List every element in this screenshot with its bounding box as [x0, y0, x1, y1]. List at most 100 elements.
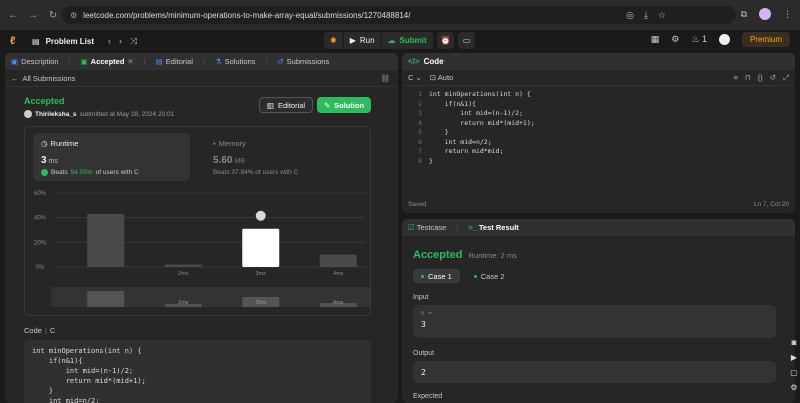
editor-line: int mid=n/2; [429, 137, 492, 146]
memory-beats: Beats 37.84% of users with C [213, 169, 299, 176]
auto-mode[interactable]: ⊡ Auto [430, 73, 453, 82]
layout-icon[interactable]: ▦ [651, 34, 660, 45]
runtime-beats: Beats 54.05% of users with C [41, 169, 182, 176]
output-box: 2 [413, 361, 776, 383]
runtime-distribution-chart: 60% 40% 20% 0% 2ms 3ms 4ms 2ms 3ms 4ms [34, 191, 370, 307]
editor-lines[interactable]: int minOperations(int n) { if(n&1){ int … [429, 90, 535, 166]
format-icon[interactable]: ≡ [733, 73, 737, 83]
tab-testcase[interactable]: ☑ Testcase [408, 223, 446, 232]
tab-submissions[interactable]: ↺ Submissions [277, 57, 329, 66]
y-tick-label: 40% [34, 216, 47, 222]
eye-off-icon[interactable]: ◎ [626, 10, 634, 21]
memory-chip-icon: ▪ [213, 139, 216, 148]
gear-icon[interactable]: ⚙ [790, 383, 797, 392]
debug-button[interactable]: ✱ [324, 32, 344, 49]
site-info-icon[interactable]: ⚙ [70, 11, 77, 20]
all-submissions-link[interactable]: ← All Submissions ⛓ [5, 70, 398, 87]
user-marker [254, 209, 267, 222]
note-button[interactable]: ▭ [458, 32, 475, 49]
reset-icon[interactable]: ↺ [770, 73, 776, 83]
submitter-name[interactable]: Thirileksha_s [35, 111, 77, 118]
chat-icon[interactable]: ▢ [790, 368, 798, 377]
shuffle-icon[interactable]: ⤨ [130, 36, 137, 47]
link-icon[interactable]: ⛓ [380, 74, 390, 83]
case-tab-2[interactable]: Case 2 [466, 269, 513, 283]
case-tab-1[interactable]: Case 1 [413, 269, 460, 283]
more-icon[interactable]: ⋮ [783, 9, 792, 20]
runtime-value: 3 ms [41, 155, 58, 166]
streak-counter[interactable]: ♨ 1 [691, 34, 707, 45]
stats-box: ◷ Runtime 3 ms Beats 54.05% of users with … [24, 126, 371, 316]
url-text: leetcode.com/problems/minimum-operations… [83, 10, 411, 20]
leetcode-logo-icon[interactable]: ℓ [10, 35, 22, 47]
memory-card[interactable]: ▪ Memory 5.60 MB Beats 37.84% of users wit… [205, 133, 362, 181]
code-editor[interactable]: 12345678 int minOperations(int n) { if(n… [402, 90, 795, 190]
tab-editorial[interactable]: ▤ Editorial [156, 57, 193, 66]
tab-accepted[interactable]: ▣ Accepted ✕ [81, 57, 134, 66]
line-number: 4 [418, 118, 422, 127]
y-tick-label: 20% [34, 240, 47, 246]
editorial-button[interactable]: ▥ Editorial [259, 97, 313, 113]
editor-toolbar: C ⌄ ⊡ Auto ≡ ⊓ {} ↺ ⤢ [402, 70, 795, 86]
download-icon[interactable]: ⤓ [644, 10, 648, 21]
submit-button[interactable]: ☁ Submit [382, 32, 434, 49]
prev-problem-icon[interactable]: ‹ [108, 36, 111, 47]
line-number: 5 [418, 128, 422, 136]
back-arrow-icon: ← [11, 73, 19, 83]
bookmark-icon[interactable]: ⊓ [745, 73, 751, 83]
extensions-icon[interactable]: ⧉ [741, 9, 747, 20]
terminal-icon: >_ [468, 223, 477, 232]
address-bar[interactable]: ⚙ leetcode.com/problems/minimum-operatio… [62, 6, 736, 24]
camera-icon[interactable]: ◙ [792, 338, 797, 347]
run-button[interactable]: ▶ Run [344, 32, 382, 49]
settings-icon[interactable]: ⚙ [671, 34, 679, 45]
overview-label: 3ms [256, 300, 267, 306]
solution-button[interactable]: ✎ Solution [317, 97, 371, 113]
editorial-icon: ▤ [155, 57, 163, 66]
memory-value: 5.60 MB [213, 155, 245, 166]
x-tick-label: 3ms [256, 271, 267, 277]
submitter-info: Thirileksha_s submitted at May 28, 2024 … [24, 110, 174, 118]
run-submit-group: ✱ ▶ Run ☁ Submit [324, 32, 434, 49]
editor-line: } [429, 128, 449, 136]
checkbox-icon: ☑ [408, 223, 415, 232]
line-number: 1 [418, 90, 422, 98]
video-icon[interactable]: ▶ [791, 353, 797, 362]
bar [319, 254, 357, 267]
star-icon[interactable]: ☆ [658, 10, 666, 21]
lock-icon: ⊡ [429, 73, 437, 82]
line-number: 7 [418, 147, 422, 155]
code-editor-header: </> Code [402, 53, 795, 70]
overview-label: 4ms [333, 300, 344, 306]
editor-line: if(n&1){ [429, 99, 476, 108]
tab-solutions[interactable]: ⚗ Solutions [215, 57, 256, 66]
language-select[interactable]: C ⌄ [408, 73, 422, 82]
user-avatar[interactable] [718, 34, 730, 45]
input-label: Input [413, 294, 429, 301]
editor-footer: Saved Ln 7, Col 20 [408, 201, 789, 208]
back-icon[interactable]: ← [6, 8, 20, 22]
forward-icon[interactable]: → [26, 8, 40, 22]
chevron-down-icon: ⌄ [415, 73, 422, 82]
next-problem-icon[interactable]: › [119, 36, 122, 47]
reload-icon[interactable]: ↻ [46, 8, 60, 22]
fullscreen-icon[interactable]: ⤢ [783, 73, 789, 83]
tab-test-result[interactable]: >_ Test Result [468, 223, 519, 232]
timer-button[interactable]: ⏰ [437, 32, 454, 49]
tab-description[interactable]: ▣ Description [11, 57, 59, 66]
code-label: Code | C [24, 326, 56, 335]
code-line: if(n&1){ [32, 357, 83, 365]
bar [87, 213, 125, 267]
close-tab-icon[interactable]: ✕ [127, 57, 133, 66]
cloud-upload-icon: ☁ [387, 36, 396, 45]
y-tick-label: 60% [34, 191, 47, 197]
runtime-card[interactable]: ◷ Runtime 3 ms Beats 54.05% of users with … [33, 133, 190, 181]
list-icon: ▤ [32, 36, 40, 46]
braces-icon[interactable]: {} [758, 73, 763, 83]
submitted-code: int minOperations(int n) { if(n&1){ int … [24, 340, 371, 403]
profile-avatar[interactable] [759, 8, 771, 20]
problem-list-button[interactable]: ▤ Problem List [32, 37, 94, 46]
premium-button[interactable]: Premium [741, 32, 790, 47]
code-editor-panel: </> Code C ⌄ ⊡ Auto ≡ ⊓ {} ↺ ⤢ 12345678 … [402, 53, 795, 213]
accepted-tab-icon: ▣ [80, 57, 88, 66]
